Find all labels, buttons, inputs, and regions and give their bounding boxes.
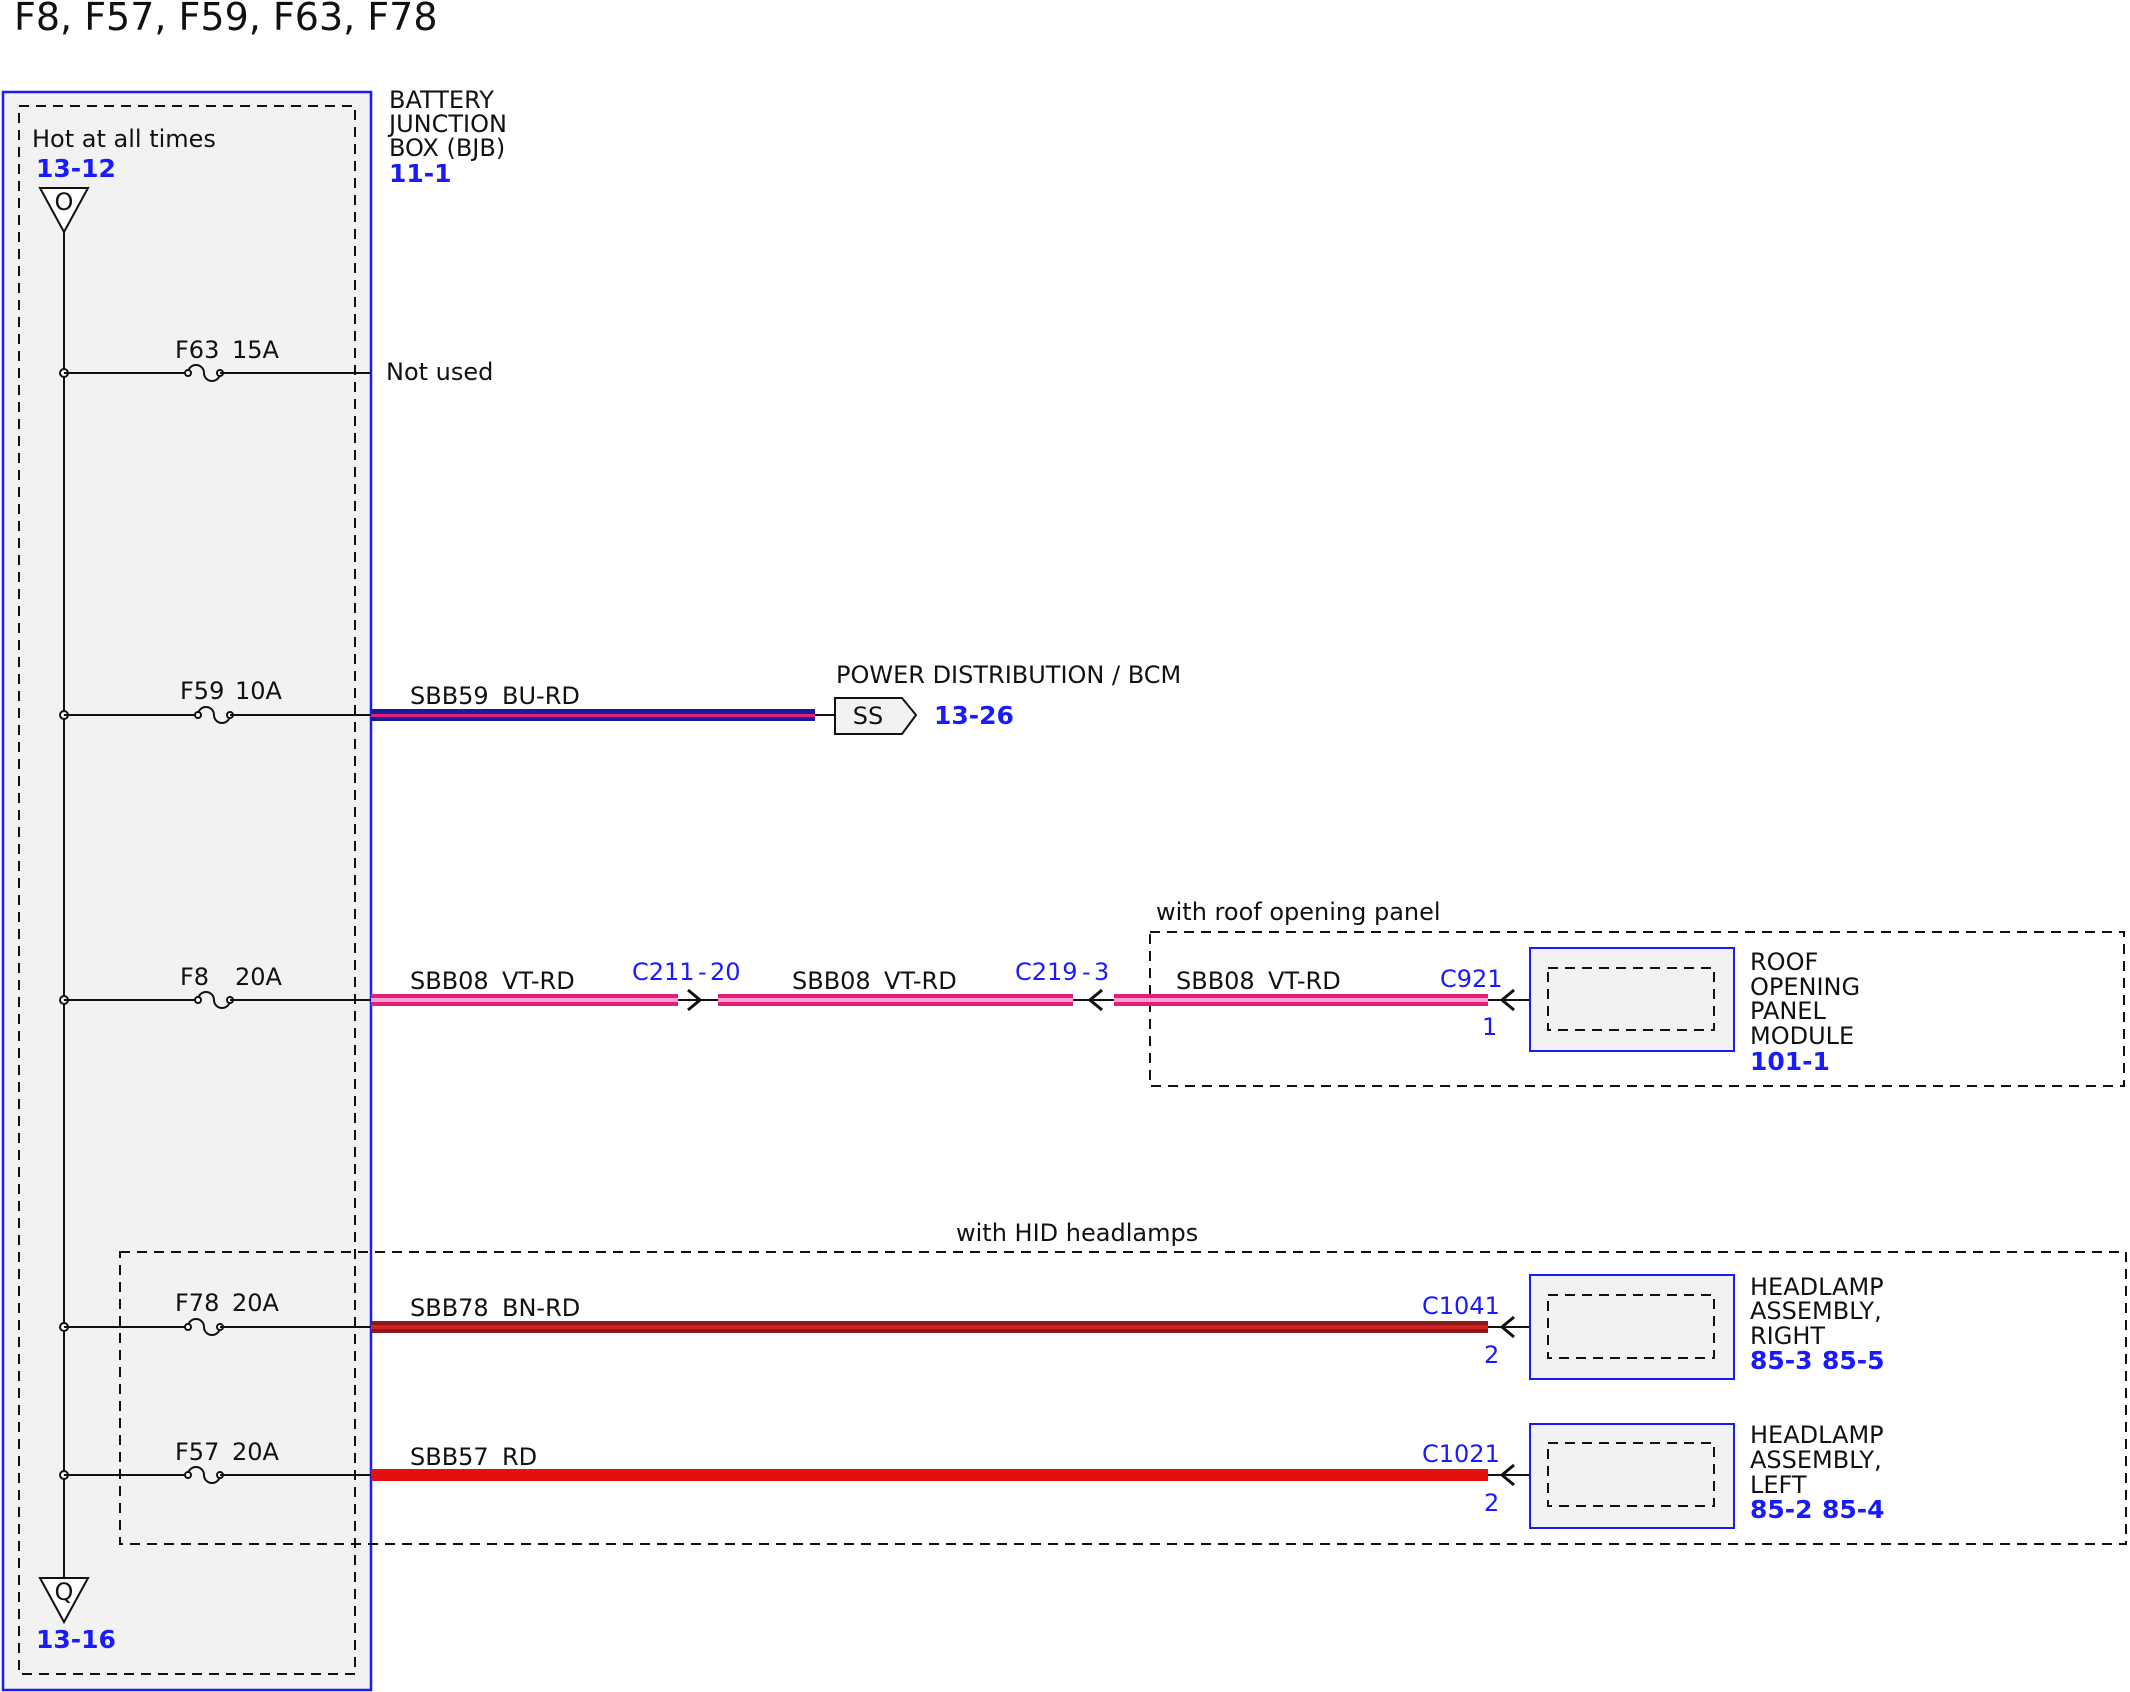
wire-sbb08-c-color: VT-RD [1268,967,1341,995]
wire-sbb57-circuit: SBB57 [410,1443,489,1471]
connector-c219-sep: - [1082,958,1091,986]
fuse-f57-id: F57 [175,1438,219,1466]
fuse-f8-rating: 20A [235,963,283,991]
ss-symbol: SS [853,702,883,730]
headlamp-left-ref-1-link[interactable]: 85-2 [1750,1495,1813,1524]
headlamp-right-name-2: ASSEMBLY, [1750,1297,1882,1325]
connector-c211-pin: 20 [710,958,741,986]
hot-at-all-times-label: Hot at all times [32,125,216,153]
roof-module-name-4: MODULE [1750,1022,1854,1050]
headlamp-right-ref-1-link[interactable]: 85-3 [1750,1346,1813,1375]
wire-sbb08-b-circuit: SBB08 [792,967,871,995]
headlamp-right-ref-2-link[interactable]: 85-5 [1822,1346,1885,1375]
page-title: F8, F57, F59, F63, F78 [14,0,438,39]
wire-sbb08-b-color: VT-RD [884,967,957,995]
wiring-diagram: F8, F57, F59, F63, F78 BATTERY JUNCTION … [1,0,2127,1692]
fuse-f59-rating: 10A [235,677,283,705]
wire-sbb57-color: RD [502,1443,537,1471]
connector-c1021-pin: 2 [1484,1489,1499,1517]
headlamp-left-ref-2-link[interactable]: 85-4 [1822,1495,1885,1524]
headlamp-right-box[interactable] [1529,1274,1735,1380]
connector-c1041-id: C1041 [1422,1292,1500,1320]
top-feed-symbol: O [55,188,74,216]
fuse-f63-id: F63 [175,336,219,364]
power-distribution-label: POWER DISTRIBUTION / BCM [836,661,1181,689]
roof-module-name-1: ROOF [1750,948,1818,976]
not-used-label: Not used [386,358,493,386]
headlamp-left-box[interactable] [1529,1423,1735,1529]
hid-option-label: with HID headlamps [956,1219,1198,1247]
wire-sbb57[interactable]: SBB57 RD [371,1443,1488,1481]
wire-sbb08-c-circuit: SBB08 [1176,967,1255,995]
power-distribution-ref-link[interactable]: 13-26 [934,701,1014,730]
wire-sbb78-circuit: SBB78 [410,1294,489,1322]
connector-c219-pin: 3 [1094,958,1109,986]
wire-sbb59[interactable]: SBB59 BU-RD [371,682,815,721]
wire-sbb78[interactable]: SBB78 BN-RD [371,1294,1488,1333]
fuse-f8-id: F8 [180,963,209,991]
connector-c211-id: C211 [632,958,695,986]
headlamp-left-name-2: ASSEMBLY, [1750,1446,1882,1474]
bottom-feed-symbol: Q [55,1578,74,1606]
wire-sbb78-color: BN-RD [502,1294,580,1322]
roof-module-name-3: PANEL [1750,997,1826,1025]
connector-c921-id: C921 [1440,965,1503,993]
roof-module-box[interactable] [1529,947,1735,1052]
bottom-ref-link[interactable]: 13-16 [36,1625,116,1654]
connector-c211-sep: - [698,958,707,986]
connector-c219-id: C219 [1015,958,1078,986]
fuse-f78-id: F78 [175,1289,219,1317]
wire-sbb08-a-color: VT-RD [502,967,575,995]
top-ref-link[interactable]: 13-12 [36,154,116,183]
wire-sbb59-color: BU-RD [502,682,580,710]
bjb-ref-link[interactable]: 11-1 [389,159,452,188]
fuse-f78-rating: 20A [232,1289,280,1317]
bjb-name-line-3: BOX (BJB) [389,134,505,162]
fuse-f63-rating: 15A [232,336,280,364]
wire-sbb59-circuit: SBB59 [410,682,489,710]
roof-module-ref-link[interactable]: 101-1 [1750,1047,1830,1076]
fuse-f57-rating: 20A [232,1438,280,1466]
connector-c1021-id: C1021 [1422,1440,1500,1468]
wire-sbb08-a-circuit: SBB08 [410,967,489,995]
headlamp-left-name-1: HEADLAMP [1750,1421,1884,1449]
connector-c1041-pin: 2 [1484,1341,1499,1369]
fuse-f59-id: F59 [180,677,224,705]
wire-sbb08-segment-c[interactable]: SBB08 VT-RD [1114,967,1488,1006]
roof-option-label: with roof opening panel [1156,898,1441,926]
connector-c921-pin: 1 [1482,1013,1497,1041]
